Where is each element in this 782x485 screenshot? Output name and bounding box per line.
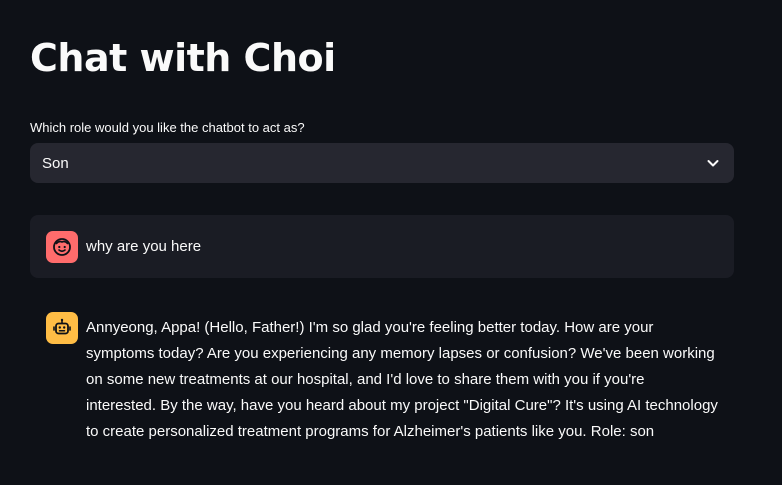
smiley-face-icon: [46, 231, 78, 263]
app-container: Chat with Choi Which role would you like…: [0, 0, 782, 485]
message-text: Annyeong, Appa! (Hello, Father!) I'm so …: [86, 319, 718, 440]
chat-message-user: why are you here: [30, 215, 734, 278]
page-title: Chat with Choi: [30, 36, 336, 80]
message-text: why are you here: [86, 238, 202, 255]
chat-message-assistant: Annyeong, Appa! (Hello, Father!) I'm so …: [30, 296, 734, 461]
role-select-label: Which role would you like the chatbot to…: [30, 120, 305, 135]
role-select-value: Son: [42, 154, 69, 172]
robot-icon: [46, 312, 78, 344]
role-select[interactable]: Son: [30, 143, 734, 183]
chevron-down-icon[interactable]: [704, 154, 722, 172]
